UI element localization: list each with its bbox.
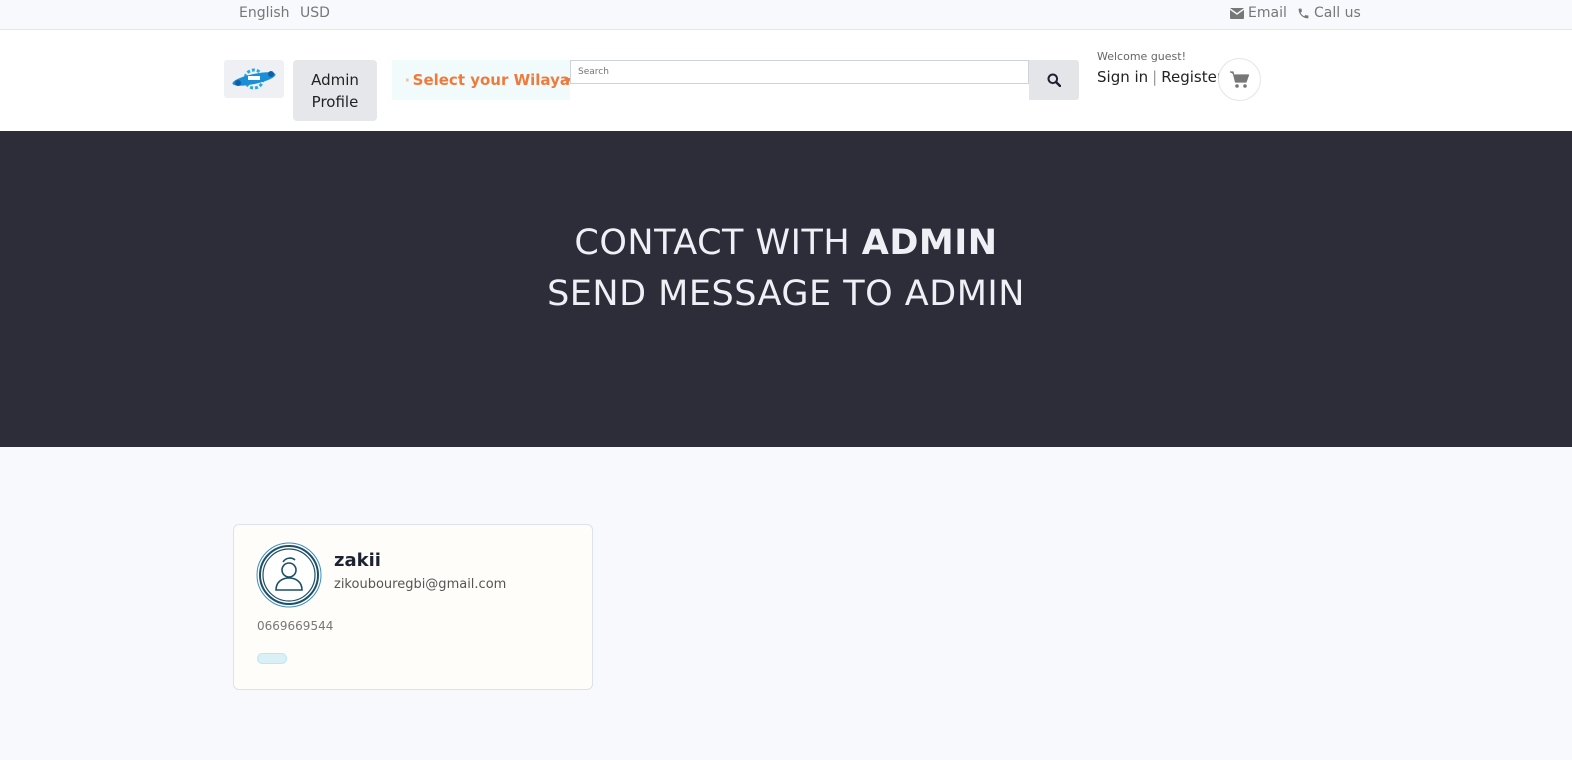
search-icon	[1047, 73, 1061, 87]
search-button[interactable]	[1029, 60, 1079, 100]
email-link[interactable]: Email	[1230, 5, 1287, 21]
admin-contact-card: zakii zikoubouregbi@gmail.com 0669669544	[233, 524, 593, 690]
user-avatar-icon	[256, 542, 322, 608]
auth-links: Sign in | Register	[1097, 68, 1223, 86]
admin-profile-button[interactable]: Admin Profile	[293, 60, 377, 121]
call-label: Call us	[1314, 5, 1361, 21]
wilaya-dropdown[interactable]: Select your Wilaya	[392, 60, 570, 100]
site-logo[interactable]	[224, 60, 284, 98]
language-selector[interactable]: English	[239, 5, 290, 21]
sign-in-link[interactable]: Sign in	[1097, 68, 1148, 86]
admin-email[interactable]: zikoubouregbi@gmail.com	[334, 577, 506, 592]
top-bar: English USD Email Call us	[0, 0, 1572, 30]
bars-icon	[406, 78, 409, 82]
currency-selector[interactable]: USD	[300, 5, 330, 21]
envelope-icon	[1230, 7, 1244, 19]
phone-icon	[1298, 8, 1309, 18]
welcome-text: Welcome guest!	[1097, 50, 1186, 63]
admin-name: zakii	[334, 550, 381, 571]
hero-title: CONTACT WITH ADMIN	[0, 223, 1572, 263]
header: Admin Profile Select your Wilaya Welcome…	[0, 30, 1572, 131]
hero-title-prefix: CONTACT WITH	[574, 223, 862, 263]
call-link[interactable]: Call us	[1297, 5, 1361, 21]
wilaya-label: Select your Wilaya	[412, 71, 570, 89]
hero-title-bold: ADMIN	[861, 223, 998, 263]
cart-button[interactable]	[1218, 58, 1261, 101]
logo-icon	[232, 68, 276, 90]
cart-icon	[1229, 70, 1249, 88]
admin-phone: 0669669544	[257, 619, 334, 633]
status-badge	[257, 653, 287, 664]
search-input[interactable]	[570, 60, 1029, 84]
auth-separator: |	[1152, 68, 1158, 86]
hero-subtitle: SEND MESSAGE TO ADMIN	[547, 274, 1025, 314]
register-link[interactable]: Register	[1161, 68, 1223, 86]
hero-banner: CONTACT WITH ADMIN SEND MESSAGE TO ADMIN	[0, 131, 1572, 447]
email-label: Email	[1248, 5, 1287, 21]
